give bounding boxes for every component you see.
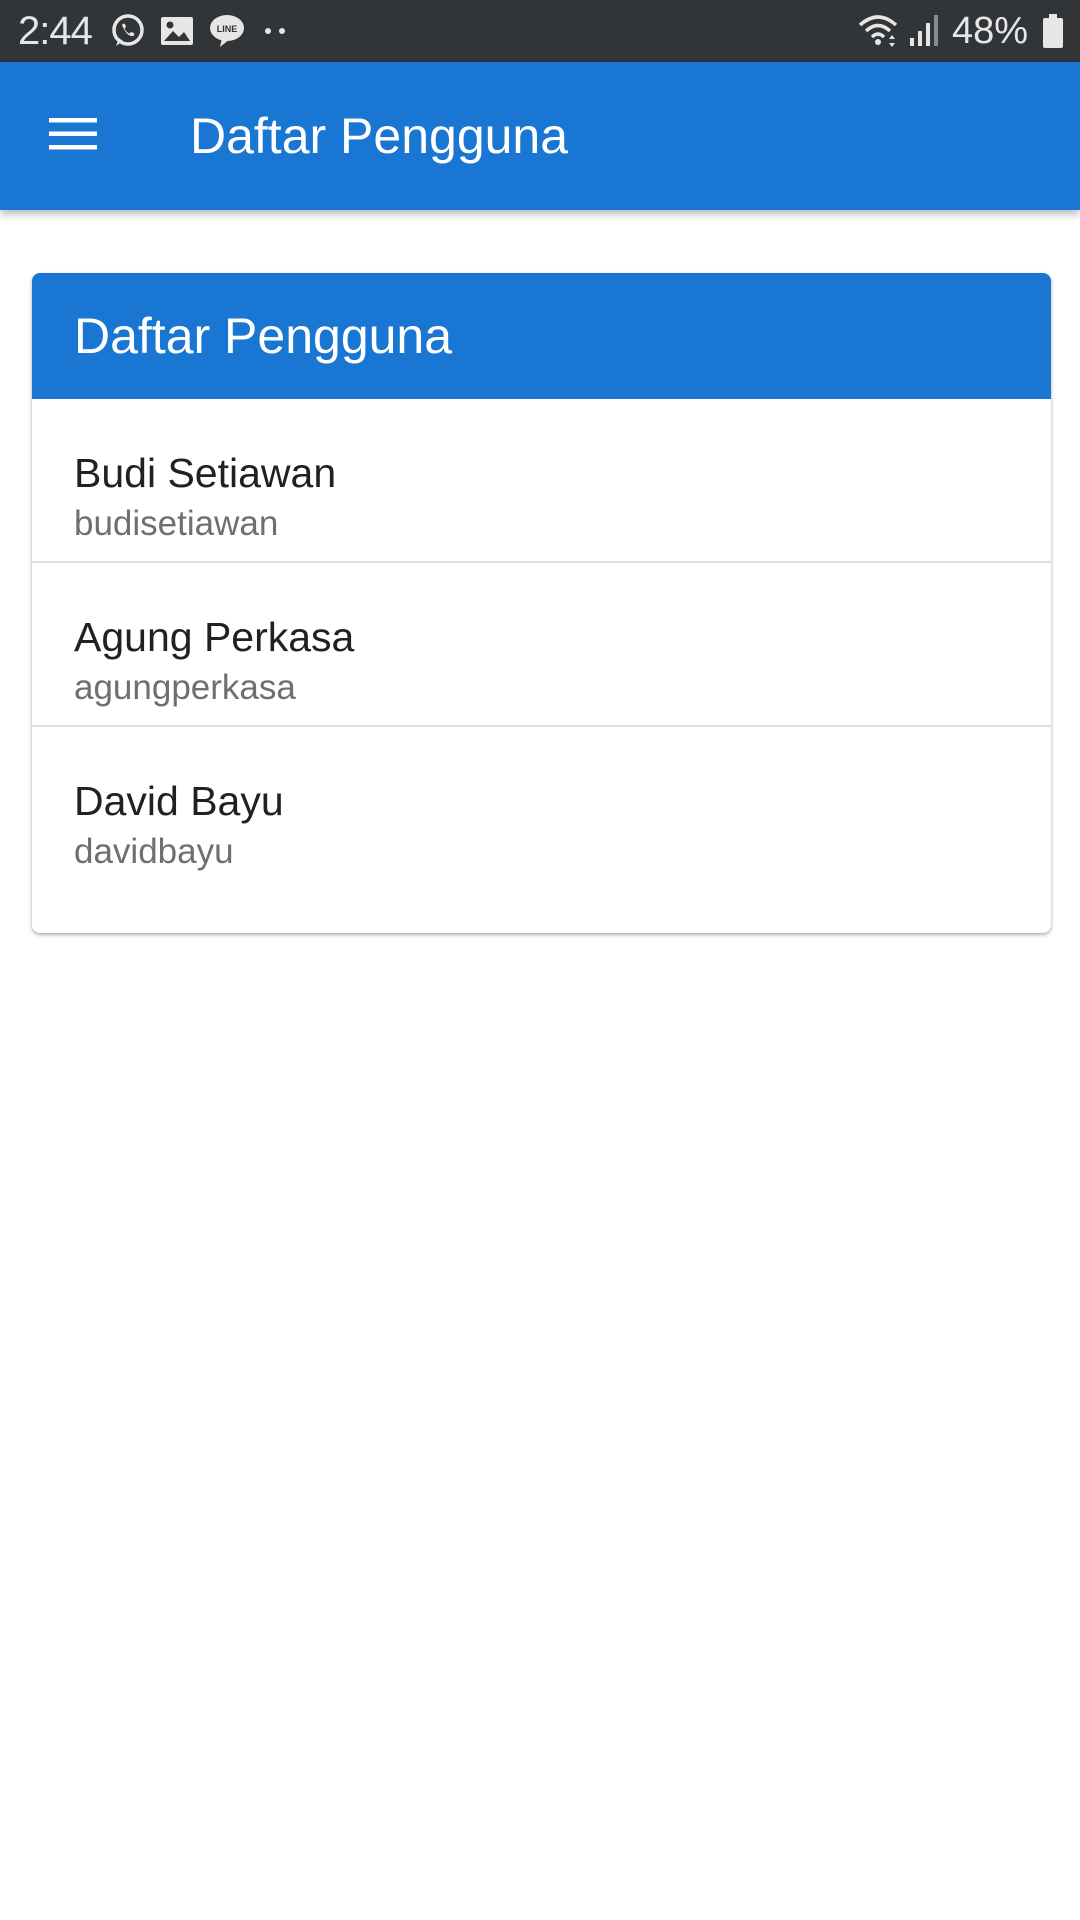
notification-icons: LINE: [110, 12, 304, 50]
more-dots-icon: [260, 25, 290, 37]
card-header: Daftar Pengguna: [32, 273, 1051, 399]
list-item[interactable]: David Bayu davidbayu: [32, 727, 1051, 891]
battery-percentage: 48%: [951, 10, 1028, 52]
gallery-icon: [160, 15, 194, 47]
card-title: Daftar Pengguna: [74, 308, 453, 364]
page-title: Daftar Pengguna: [190, 108, 569, 164]
whatsapp-icon: [110, 13, 146, 49]
list-item[interactable]: Budi Setiawan budisetiawan: [32, 399, 1051, 563]
user-list-card: Daftar Pengguna Budi Setiawan budisetiaw…: [32, 273, 1051, 933]
list-item[interactable]: Agung Perkasa agungperkasa: [32, 563, 1051, 727]
line-icon: LINE: [208, 13, 246, 49]
user-name: Budi Setiawan: [74, 450, 337, 496]
menu-button[interactable]: [30, 100, 116, 172]
svg-text:LINE: LINE: [217, 24, 238, 34]
battery-icon: [1042, 13, 1064, 49]
wifi-icon: [856, 13, 900, 49]
user-username: davidbayu: [74, 832, 234, 871]
user-name: David Bayu: [74, 778, 284, 824]
user-username: agungperkasa: [74, 668, 296, 707]
user-name: Agung Perkasa: [74, 614, 355, 660]
signal-icon: [908, 14, 940, 48]
user-username: budisetiawan: [74, 504, 279, 543]
hamburger-menu-icon: [47, 114, 99, 159]
status-time: 2:44: [18, 9, 93, 53]
app-bar: Daftar Pengguna: [0, 62, 1080, 210]
system-status: 48%: [848, 10, 1064, 52]
status-bar: 2:44 LINE 48%: [0, 0, 1080, 62]
